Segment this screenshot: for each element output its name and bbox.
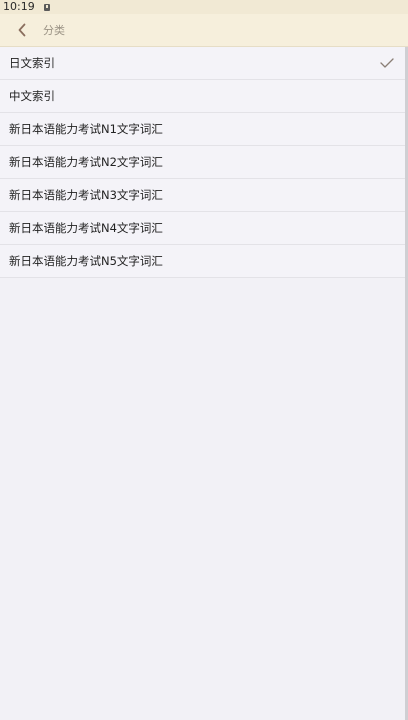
category-item-jlpt-n2[interactable]: 新日本语能力考试N2文字词汇	[0, 146, 408, 179]
category-item-jlpt-n1[interactable]: 新日本语能力考试N1文字词汇	[0, 113, 408, 146]
category-item-label: 新日本语能力考试N2文字词汇	[9, 155, 163, 169]
category-item-jlpt-n3[interactable]: 新日本语能力考试N3文字词汇	[0, 179, 408, 212]
category-item-jlpt-n4[interactable]: 新日本语能力考试N4文字词汇	[0, 212, 408, 245]
app-bar: 分类	[0, 14, 408, 47]
category-item-label: 中文索引	[9, 89, 55, 103]
chevron-left-icon	[18, 23, 26, 37]
category-item-label: 新日本语能力考试N1文字词汇	[9, 122, 163, 136]
category-item-label: 日文索引	[9, 56, 55, 70]
notification-icon	[43, 3, 50, 11]
check-icon	[380, 58, 394, 68]
category-item-label: 新日本语能力考试N5文字词汇	[9, 254, 163, 268]
page-title: 分类	[43, 24, 65, 37]
category-item-chinese-index[interactable]: 中文索引	[0, 80, 408, 113]
status-time: 10:19	[3, 0, 35, 13]
status-bar: 10:19	[0, 0, 408, 14]
category-item-label: 新日本语能力考试N3文字词汇	[9, 188, 163, 202]
back-button[interactable]	[2, 14, 42, 47]
category-item-label: 新日本语能力考试N4文字词汇	[9, 221, 163, 235]
category-item-jlpt-n5[interactable]: 新日本语能力考试N5文字词汇	[0, 245, 408, 278]
category-item-japanese-index[interactable]: 日文索引	[0, 47, 408, 80]
category-list: 日文索引 中文索引 新日本语能力考试N1文字词汇 新日本语能力考试N2文字词汇 …	[0, 47, 408, 278]
